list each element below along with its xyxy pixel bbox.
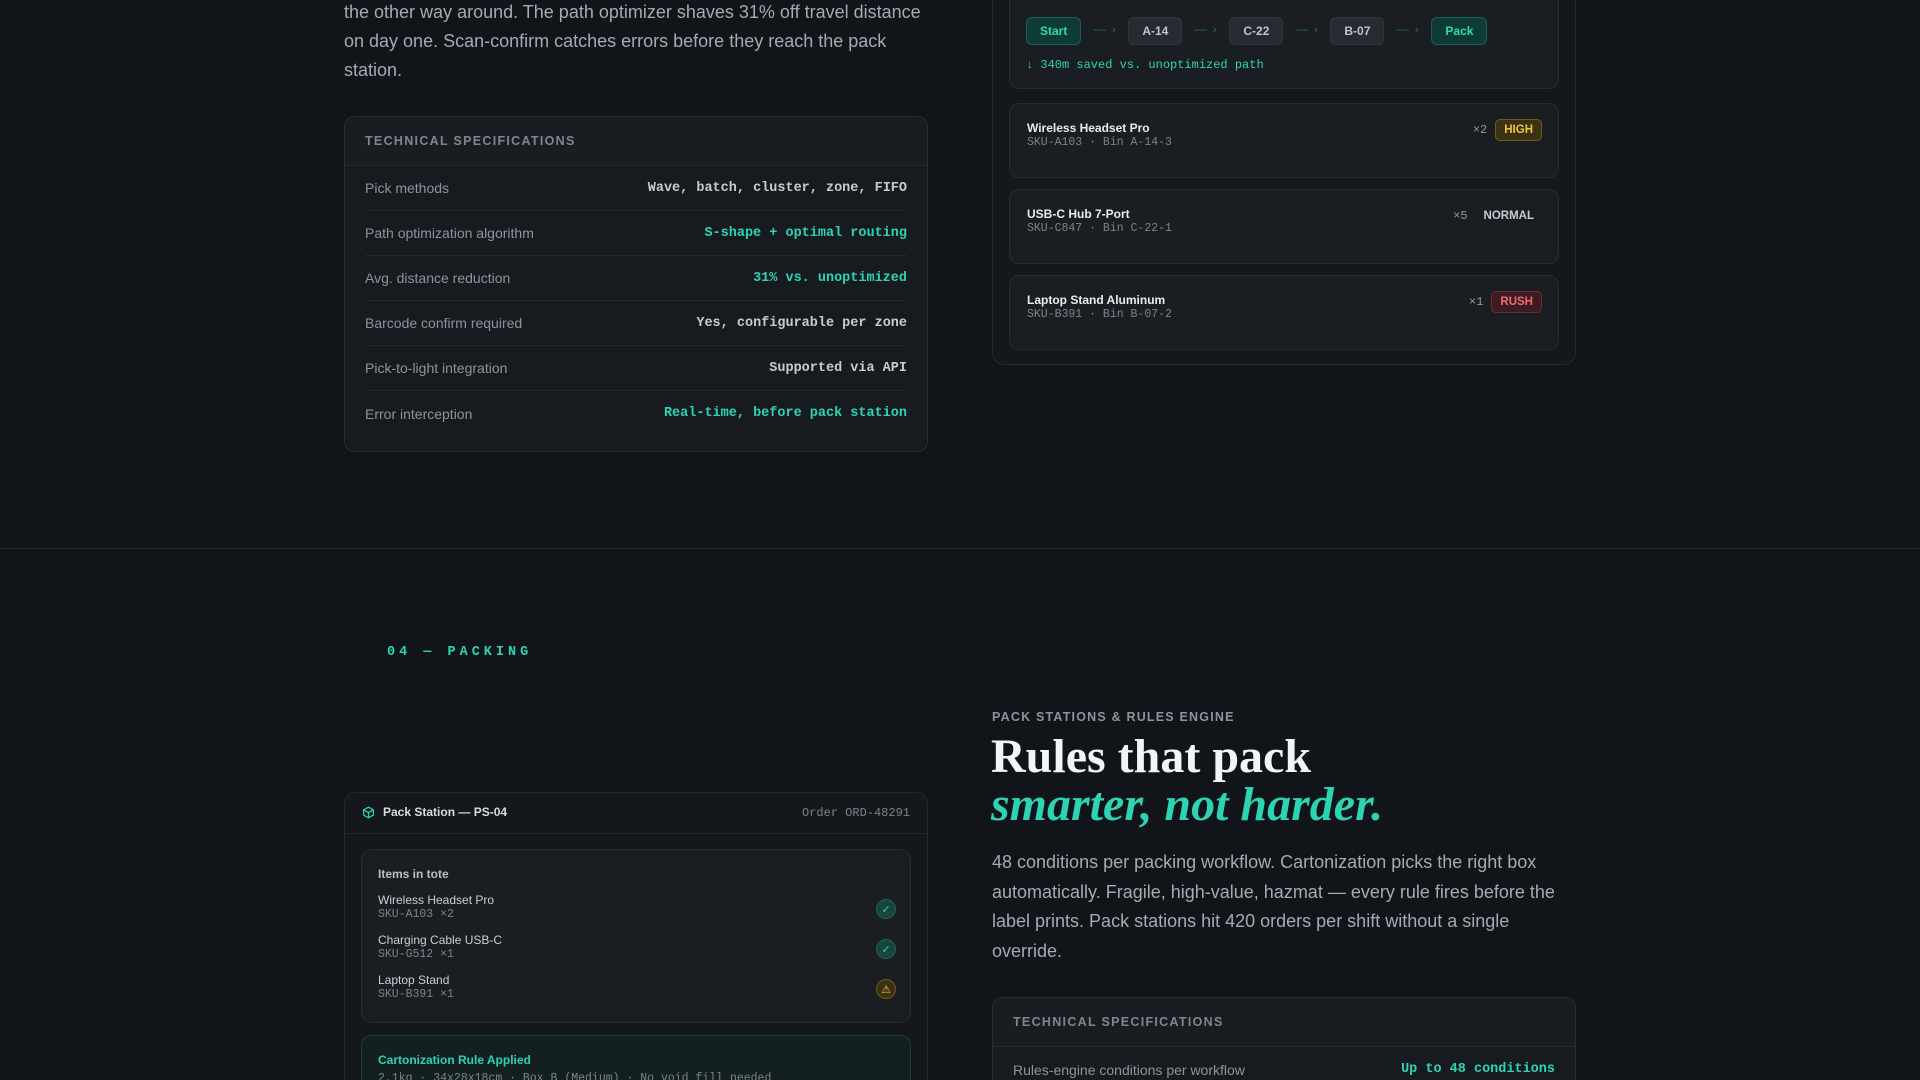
spec-key: Rules-engine conditions per workflow bbox=[1013, 1061, 1245, 1078]
cartonization-box: Cartonization Rule Applied 2.1kg · 34x28… bbox=[361, 1035, 911, 1080]
route-saved-note: ↓ 340m saved vs. unoptimized path bbox=[1026, 58, 1264, 72]
spec-key: Pick methods bbox=[365, 180, 450, 196]
pack-station-header: Pack Station — PS-04 Order ORD-48291 bbox=[345, 793, 927, 834]
pick-item-name: Wireless Headset Pro bbox=[1027, 121, 1150, 135]
spec-row: Pick-to-light integration Supported via … bbox=[365, 346, 907, 391]
order-id: Order ORD-48291 bbox=[801, 806, 910, 820]
spec-key: Avg. distance reduction bbox=[365, 270, 511, 286]
priority-badge: NORMAL bbox=[1483, 210, 1534, 222]
pick-item-qty: ×2 bbox=[1472, 123, 1488, 137]
pick-item-sku: SKU-C847 · Bin C-22-1 bbox=[1027, 222, 1172, 235]
pack-station-title-wrap: Pack Station — PS-04 bbox=[362, 805, 507, 819]
pick-item-sku: SKU-A103 · Bin A-14-3 bbox=[1027, 136, 1172, 149]
pick-item[interactable]: USB-C Hub 7-Port SKU-C847 · Bin C-22-1 ×… bbox=[1009, 189, 1559, 264]
tote-item-sku: SKU-G512 ×1 bbox=[378, 948, 454, 961]
spec-card-title: TECHNICAL SPECIFICATIONS bbox=[993, 998, 1575, 1047]
pick-item-sku: SKU-B391 · Bin B-07-2 bbox=[1027, 308, 1172, 321]
spec-key: Error interception bbox=[365, 405, 473, 422]
spec-value: S-shape + optimal routing bbox=[704, 225, 907, 241]
cartonization-title: Cartonization Rule Applied bbox=[378, 1053, 531, 1067]
section-eyebrow: PACK STATIONS & RULES ENGINE bbox=[992, 710, 1235, 724]
spec-value: 31% vs. unoptimized bbox=[753, 270, 907, 286]
priority-badge: HIGH bbox=[1495, 119, 1542, 141]
route-steps: Start —— › A-14 —— › C-22 —— › B-07 —— ›… bbox=[1026, 17, 1488, 45]
cartonization-detail: 2.1kg · 34x28x18cm · Box B (Medium) · No… bbox=[378, 1072, 772, 1080]
tote-item-sku: SKU-A103 ×2 bbox=[378, 908, 454, 921]
spec-key: Path optimization algorithm bbox=[365, 225, 534, 241]
packing-description: 48 conditions per packing workflow. Cart… bbox=[992, 852, 1555, 961]
route-step: C-22 bbox=[1229, 17, 1284, 45]
pick-item[interactable]: Wireless Headset Pro SKU-A103 · Bin A-14… bbox=[1009, 103, 1559, 178]
route-step: B-07 bbox=[1330, 17, 1385, 45]
tote-item-name: Wireless Headset Pro bbox=[378, 893, 495, 907]
pack-station-title: Pack Station — PS-04 bbox=[383, 805, 508, 819]
spec-value: Real-time, before pack station bbox=[663, 406, 907, 421]
pick-item-qty: ×5 bbox=[1453, 209, 1468, 223]
section-divider bbox=[0, 548, 1920, 549]
pick-item-qty: ×1 bbox=[1469, 295, 1484, 309]
tote-item[interactable]: Charging Cable USB-C SKU-G512 ×1 ✓ bbox=[378, 933, 896, 967]
spec-key: Barcode confirm required bbox=[365, 315, 523, 331]
route-connector: —— › bbox=[1396, 25, 1420, 37]
priority-badge: RUSH bbox=[1491, 291, 1542, 313]
pick-item-name: Laptop Stand Aluminum bbox=[1027, 293, 1166, 307]
pick-item-name: USB-C Hub 7-Port bbox=[1027, 207, 1130, 221]
package-icon bbox=[363, 806, 374, 818]
picking-spec-card: TECHNICAL SPECIFICATIONS Pick methods Wa… bbox=[344, 116, 928, 452]
route-connector: —— › bbox=[1194, 25, 1218, 37]
tote-item-sku: SKU-B391 ×1 bbox=[378, 988, 454, 1001]
spec-key: Pick-to-light integration bbox=[365, 360, 508, 376]
tote-item[interactable]: Wireless Headset Pro SKU-A103 ×2 ✓ bbox=[378, 893, 896, 927]
spec-value: Yes, configurable per zone bbox=[696, 315, 907, 331]
spec-row: Pick methods Wave, batch, cluster, zone,… bbox=[365, 166, 907, 211]
packing-spec-card: TECHNICAL SPECIFICATIONS Rules-engine co… bbox=[992, 997, 1576, 1080]
route-step-pack: Pack bbox=[1431, 17, 1488, 45]
spec-row: Avg. distance reduction 31% vs. unoptimi… bbox=[365, 256, 907, 301]
tote-item-name: Laptop Stand bbox=[378, 973, 450, 987]
section-headline-accent: smarter, not harder. bbox=[991, 778, 1384, 831]
tote-item[interactable]: Laptop Stand SKU-B391 ×1 ⚠ bbox=[378, 973, 896, 1007]
spec-card-title: TECHNICAL SPECIFICATIONS bbox=[345, 117, 927, 166]
route-step-start: Start bbox=[1026, 17, 1082, 45]
route-connector: —— › bbox=[1295, 25, 1319, 37]
spec-row: Error interception Real-time, before pac… bbox=[365, 391, 907, 436]
spec-value: Up to 48 conditions bbox=[1401, 1062, 1555, 1077]
spec-row: Path optimization algorithm S-shape + op… bbox=[365, 211, 907, 256]
spec-value: Supported via API bbox=[769, 360, 907, 376]
check-icon: ✓ bbox=[876, 899, 896, 919]
section-label: 04 — PACKING bbox=[387, 645, 533, 660]
tote-title: Items in tote bbox=[378, 867, 449, 881]
warning-icon: ⚠ bbox=[876, 979, 896, 999]
spec-value: Wave, batch, cluster, zone, FIFO bbox=[647, 180, 907, 196]
picking-description: the other way around. The path optimizer… bbox=[344, 2, 921, 80]
spec-row: Barcode confirm required Yes, configurab… bbox=[365, 301, 907, 346]
spec-row: Rules-engine conditions per workflow Up … bbox=[1013, 1047, 1555, 1080]
route-step: A-14 bbox=[1128, 17, 1183, 45]
tote-item-name: Charging Cable USB-C bbox=[378, 933, 503, 947]
check-icon: ✓ bbox=[876, 939, 896, 959]
tote-box: Items in tote Wireless Headset Pro SKU-A… bbox=[361, 849, 911, 1023]
route-connector: —— › bbox=[1093, 25, 1117, 37]
pick-item[interactable]: Laptop Stand Aluminum SKU-B391 · Bin B-0… bbox=[1009, 275, 1559, 350]
section-headline: Rules that pack bbox=[991, 730, 1312, 783]
